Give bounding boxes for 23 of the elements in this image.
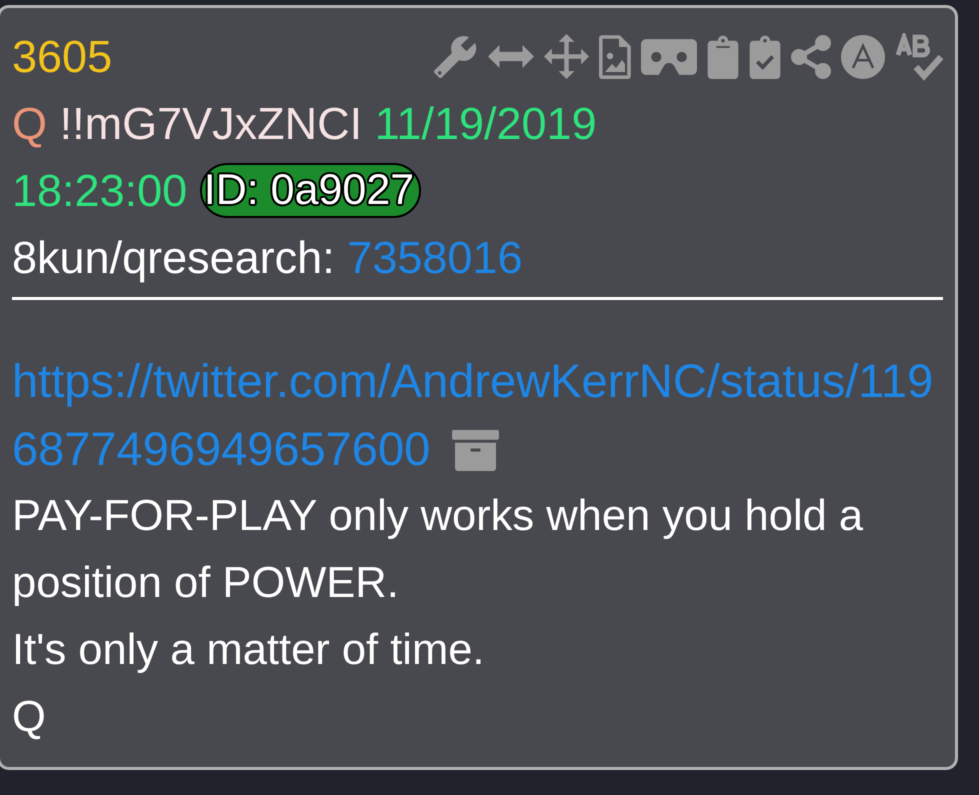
post-time: 18:23:00 [12, 164, 188, 218]
clipboard-check-icon[interactable] [749, 34, 781, 78]
wrench-icon[interactable] [432, 34, 478, 80]
archive-box-icon[interactable] [452, 430, 500, 471]
vr-headset-icon[interactable] [641, 38, 697, 74]
image-file-icon[interactable] [599, 34, 631, 78]
post-text: PAY-FOR-PLAY only works when you hold a position of POWER. [12, 491, 864, 609]
share-icon[interactable] [791, 34, 831, 78]
clipboard-icon[interactable] [707, 34, 739, 78]
tripcode: !!mG7VJxZNCI [60, 97, 362, 151]
letter-a-circle-icon[interactable] [841, 34, 885, 78]
tweet-link[interactable]: https://twitter.com/AndrewKerrNC/status/1196877496949657600 [12, 347, 943, 483]
post-text: It's only a matter of time. [12, 625, 486, 676]
poster-name: Q [12, 97, 48, 151]
post-number: 3605 [12, 30, 112, 84]
post-date: 11/19/2019 [374, 97, 597, 151]
spell-check-icon[interactable] [895, 32, 943, 80]
post-text: Q [12, 692, 47, 743]
board-name: 8kun/qresearch: [12, 231, 335, 285]
horizontal-arrows-icon[interactable] [488, 45, 534, 68]
move-arrows-icon[interactable] [544, 34, 589, 79]
poster-id-badge: ID: 0a9027 [200, 163, 422, 218]
thread-link[interactable]: 7358016 [347, 224, 522, 291]
